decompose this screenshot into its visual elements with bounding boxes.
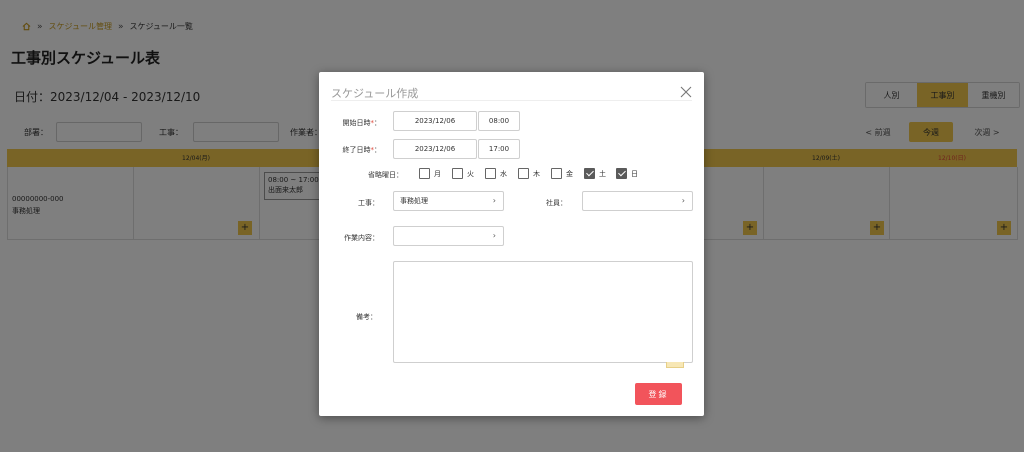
register-button[interactable]: 登録 (635, 383, 682, 405)
day-label: 木 (533, 169, 540, 178)
day-label: 金 (566, 169, 573, 178)
checkbox-sat[interactable] (584, 168, 595, 179)
employee-select[interactable]: › (582, 191, 693, 211)
skip-days-label: 省略曜日： (368, 171, 403, 179)
checkbox-fri[interactable] (551, 168, 562, 179)
notes-textarea[interactable] (393, 261, 693, 363)
label-colon: ： (374, 119, 381, 127)
start-time-input[interactable]: 08:00 (478, 111, 520, 131)
skip-day-fri[interactable]: 金 (551, 168, 573, 179)
modal-divider (331, 100, 692, 101)
checkbox-mon[interactable] (419, 168, 430, 179)
day-label: 水 (500, 169, 507, 178)
schedule-create-modal: スケジュール作成 開始日時*： 2023/12/06 08:00 終了日時*： … (319, 72, 704, 416)
construction-select[interactable]: 事務処理 › (393, 191, 504, 211)
end-date-input[interactable]: 2023/12/06 (393, 139, 477, 159)
skip-day-sat[interactable]: 土 (584, 168, 606, 179)
start-datetime-label-text: 開始日時 (342, 119, 371, 127)
construction-field-label: 工事： (358, 199, 379, 207)
chevron-right-icon: › (492, 196, 496, 205)
employee-field-label: 社員： (546, 199, 567, 207)
modal-title: スケジュール作成 (331, 87, 419, 100)
checkbox-wed[interactable] (485, 168, 496, 179)
start-datetime-label: 開始日時*： (339, 118, 382, 128)
textarea-resize-handle[interactable] (666, 362, 684, 368)
end-datetime-label: 終了日時*： (339, 145, 382, 155)
day-label: 火 (467, 169, 474, 178)
skip-day-thu[interactable]: 木 (518, 168, 540, 179)
day-label: 日 (631, 169, 638, 178)
construction-select-value: 事務処理 (400, 197, 428, 205)
work-content-label: 作業内容： (344, 234, 379, 242)
skip-day-wed[interactable]: 水 (485, 168, 507, 179)
skip-day-mon[interactable]: 月 (419, 168, 441, 179)
chevron-right-icon: › (681, 196, 685, 205)
skip-day-sun[interactable]: 日 (616, 168, 638, 179)
start-date-input[interactable]: 2023/12/06 (393, 111, 477, 131)
label-colon: ： (374, 146, 381, 154)
checkbox-sun[interactable] (616, 168, 627, 179)
end-datetime-label-text: 終了日時 (342, 146, 371, 154)
chevron-right-icon: › (492, 231, 496, 240)
checkbox-tue[interactable] (452, 168, 463, 179)
notes-label: 備考： (356, 313, 377, 321)
day-label: 月 (434, 169, 441, 178)
work-content-select[interactable]: › (393, 226, 504, 246)
end-time-input[interactable]: 17:00 (478, 139, 520, 159)
day-label: 土 (599, 169, 606, 178)
checkbox-thu[interactable] (518, 168, 529, 179)
close-icon[interactable] (680, 83, 692, 98)
skip-day-tue[interactable]: 火 (452, 168, 474, 179)
